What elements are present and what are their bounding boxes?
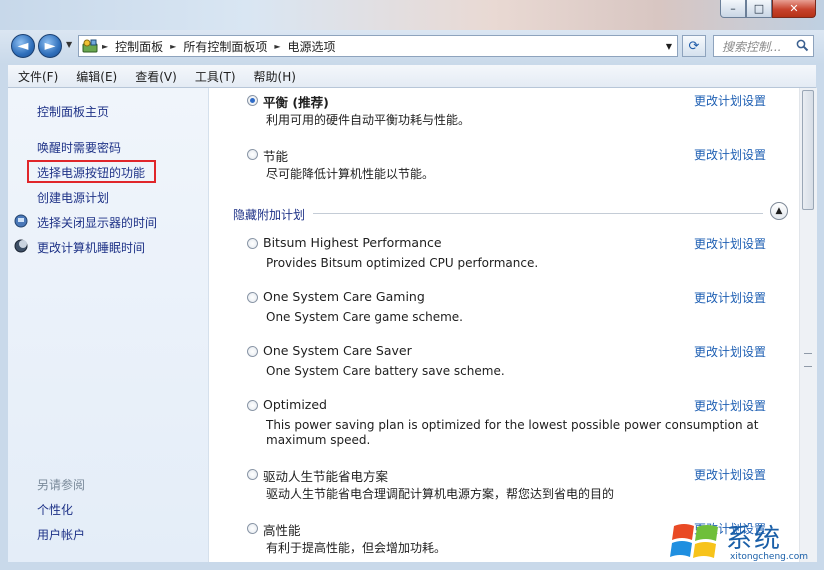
sidebar-personalization[interactable]: 个性化 bbox=[37, 501, 73, 518]
vertical-scrollbar[interactable] bbox=[799, 88, 817, 562]
plan-radio[interactable] bbox=[247, 238, 258, 249]
plan-radio[interactable] bbox=[247, 292, 258, 303]
plan-description: Provides Bitsum optimized CPU performanc… bbox=[266, 256, 539, 270]
breadcrumb-separator-icon[interactable]: ► bbox=[167, 42, 179, 51]
sidebar-display-off-time[interactable]: 选择关闭显示器的时间 bbox=[37, 214, 157, 231]
control-panel-icon bbox=[81, 38, 99, 54]
divider bbox=[313, 213, 763, 214]
watermark-text: 系统 bbox=[726, 524, 783, 554]
chevron-up-icon: ▲ bbox=[775, 206, 783, 216]
plan-name[interactable]: 驱动人生节能省电方案 bbox=[263, 466, 388, 485]
windows-logo-icon bbox=[670, 524, 718, 558]
plan-radio[interactable] bbox=[247, 149, 258, 160]
breadcrumb-separator-icon: ► bbox=[102, 41, 109, 51]
window-controls: – □ ✕ bbox=[720, 0, 816, 18]
refresh-icon: ⟳ bbox=[688, 38, 700, 54]
breadcrumb-separator-icon[interactable]: ► bbox=[271, 42, 283, 51]
main-content: 平衡 (推荐) 更改计划设置 利用可用的硬件自动平衡功耗与性能。 节能 更改计划… bbox=[209, 88, 799, 562]
plan-description: This power saving plan is optimized for … bbox=[266, 418, 759, 447]
collapse-button[interactable]: ▲ bbox=[770, 202, 788, 220]
sidebar: 控制面板主页 唤醒时需要密码 选择电源按钮的功能 创建电源计划 选择关闭显示器的… bbox=[8, 88, 209, 562]
hidden-plans-header: 隐藏附加计划 bbox=[233, 205, 763, 223]
sidebar-power-button-action[interactable]: 选择电源按钮的功能 bbox=[37, 164, 145, 181]
change-plan-settings-link[interactable]: 更改计划设置 bbox=[694, 397, 766, 414]
plan-radio[interactable] bbox=[247, 400, 258, 411]
navigation-bar: ◄ ► ▼ ► 控制面板 ► 所有控制面板项 ► 电源选项 ▼ ⟳ 搜索控制..… bbox=[0, 30, 824, 64]
monitor-icon bbox=[14, 214, 28, 228]
see-also-header: 另请参阅 bbox=[37, 478, 86, 492]
hidden-plans-label[interactable]: 隐藏附加计划 bbox=[233, 206, 305, 223]
plan-name[interactable]: 高性能 bbox=[263, 520, 301, 539]
breadcrumb-control-panel[interactable]: 控制面板 bbox=[111, 38, 167, 55]
title-bar: – □ ✕ bbox=[0, 0, 824, 30]
sidebar-require-password[interactable]: 唤醒时需要密码 bbox=[37, 139, 121, 156]
plan-description: 驱动人生节能省电合理调配计算机电源方案，帮您达到省电的目的 bbox=[266, 487, 615, 501]
sidebar-sleep-time[interactable]: 更改计算机睡眠时间 bbox=[37, 239, 145, 256]
minimize-button[interactable]: – bbox=[720, 0, 746, 18]
change-plan-settings-link[interactable]: 更改计划设置 bbox=[694, 289, 766, 306]
plan-description: 利用可用的硬件自动平衡功耗与性能。 bbox=[266, 113, 471, 127]
plan-description: One System Care battery save scheme. bbox=[266, 364, 505, 378]
watermark-url: xitongcheng.com bbox=[730, 552, 808, 562]
close-button[interactable]: ✕ bbox=[772, 0, 816, 18]
change-plan-settings-link[interactable]: 更改计划设置 bbox=[694, 343, 766, 360]
plan-radio[interactable] bbox=[247, 469, 258, 480]
scrollbar-grip-icon bbox=[804, 353, 812, 367]
plan-name[interactable]: 平衡 (推荐) bbox=[263, 92, 329, 111]
menu-view[interactable]: 查看(V) bbox=[125, 68, 185, 85]
plan-name[interactable]: One System Care Gaming bbox=[263, 289, 425, 304]
plan-description: 尽可能降低计算机性能以节能。 bbox=[266, 167, 435, 181]
menu-bar: 文件(F) 编辑(E) 查看(V) 工具(T) 帮助(H) bbox=[8, 65, 816, 88]
address-dropdown-icon[interactable]: ▼ bbox=[661, 36, 677, 56]
maximize-button[interactable]: □ bbox=[746, 0, 772, 18]
plan-name[interactable]: Optimized bbox=[263, 397, 327, 412]
change-plan-settings-link[interactable]: 更改计划设置 bbox=[694, 235, 766, 252]
sidebar-user-accounts[interactable]: 用户帐户 bbox=[37, 526, 85, 543]
search-input[interactable]: 搜索控制... bbox=[713, 35, 814, 57]
scrollbar-thumb[interactable] bbox=[802, 90, 814, 210]
sidebar-control-panel-home[interactable]: 控制面板主页 bbox=[37, 103, 109, 120]
address-bar[interactable]: ► 控制面板 ► 所有控制面板项 ► 电源选项 ▼ bbox=[78, 35, 678, 57]
refresh-button[interactable]: ⟳ bbox=[682, 35, 706, 57]
plan-radio[interactable] bbox=[247, 346, 258, 357]
plan-name[interactable]: Bitsum Highest Performance bbox=[263, 235, 442, 250]
menu-edit[interactable]: 编辑(E) bbox=[66, 68, 125, 85]
sidebar-create-power-plan[interactable]: 创建电源计划 bbox=[37, 189, 109, 206]
breadcrumb-all-items[interactable]: 所有控制面板项 bbox=[179, 38, 271, 55]
search-icon[interactable] bbox=[796, 39, 809, 55]
back-button[interactable]: ◄ bbox=[11, 34, 35, 58]
menu-help[interactable]: 帮助(H) bbox=[244, 68, 304, 85]
plan-description: One System Care game scheme. bbox=[266, 310, 463, 324]
menu-file[interactable]: 文件(F) bbox=[8, 68, 66, 85]
plan-radio[interactable] bbox=[247, 95, 258, 106]
breadcrumb-power-options[interactable]: 电源选项 bbox=[284, 38, 340, 55]
moon-icon bbox=[14, 239, 28, 253]
change-plan-settings-link[interactable]: 更改计划设置 bbox=[694, 92, 766, 109]
forward-button[interactable]: ► bbox=[38, 34, 62, 58]
change-plan-settings-link[interactable]: 更改计划设置 bbox=[694, 466, 766, 483]
recent-pages-dropdown-icon[interactable]: ▼ bbox=[66, 40, 72, 49]
plan-name[interactable]: One System Care Saver bbox=[263, 343, 412, 358]
change-plan-settings-link[interactable]: 更改计划设置 bbox=[694, 146, 766, 163]
menu-tools[interactable]: 工具(T) bbox=[185, 68, 244, 85]
plan-radio[interactable] bbox=[247, 523, 258, 534]
plan-name[interactable]: 节能 bbox=[263, 146, 288, 165]
search-placeholder: 搜索控制... bbox=[722, 39, 782, 54]
site-watermark: 系统 xitongcheng.com bbox=[668, 516, 820, 568]
